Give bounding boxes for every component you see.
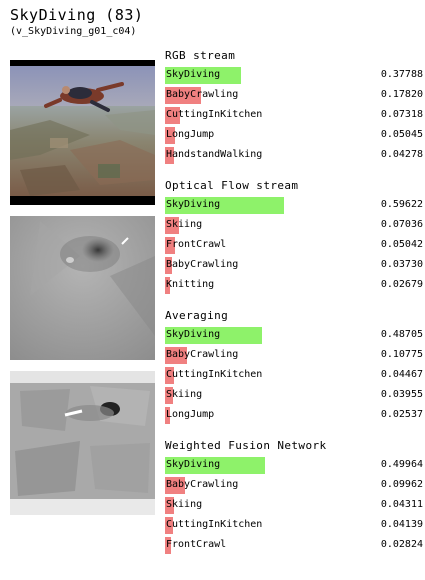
section-title: RGB stream [165,49,236,62]
class-label: CuttingInKitchen [166,109,263,120]
prediction-section: Averaging SkyDiving 0.48705 BabyCrawling 0.1… [165,309,425,429]
class-score: 0.07036 [380,219,423,230]
class-label: FrontCrawl [166,539,227,550]
prediction-row: Skiing 0.04311 [165,497,423,514]
section-title: Weighted Fusion Network [165,439,327,452]
prediction-row: LongJump 0.05045 [165,127,423,144]
prediction-row: BabyCrawling 0.17820 [165,87,423,104]
prediction-row: FrontCrawl 0.02824 [165,537,423,554]
class-score: 0.17820 [380,89,423,100]
class-label: LongJump [166,129,215,140]
section-title: Averaging [165,309,229,322]
class-label: LongJump [166,409,215,420]
class-label: BabyCrawling [166,479,239,490]
class-label: CuttingInKitchen [166,519,263,530]
prediction-row: BabyCrawling 0.09962 [165,477,423,494]
prediction-row: CuttingInKitchen 0.04139 [165,517,423,534]
prediction-row: HandstandWalking 0.04278 [165,147,423,164]
class-label: Skiing [166,219,203,230]
class-label: BabyCrawling [166,89,239,100]
section-title: Optical Flow stream [165,179,299,192]
class-label: BabyCrawling [166,349,239,360]
prediction-row: Skiing 0.03955 [165,387,423,404]
class-label: Skiing [166,389,203,400]
class-score: 0.04278 [380,149,423,160]
prediction-row: FrontCrawl 0.05042 [165,237,423,254]
class-score: 0.02537 [380,409,423,420]
prediction-row: SkyDiving 0.37788 [165,67,423,84]
class-score: 0.04311 [380,499,423,510]
class-score: 0.37788 [380,69,423,80]
class-score: 0.03730 [380,259,423,270]
class-score: 0.59622 [380,199,423,210]
class-score: 0.05045 [380,129,423,140]
class-score: 0.03955 [380,389,423,400]
class-score: 0.48705 [380,329,423,340]
class-label: SkyDiving [166,329,221,340]
class-score: 0.02679 [380,279,423,290]
fusion-frame [10,371,155,515]
class-label: SkyDiving [166,69,221,80]
prediction-row: CuttingInKitchen 0.04467 [165,367,423,384]
prediction-row: LongJump 0.02537 [165,407,423,424]
class-score: 0.09962 [380,479,423,490]
prediction-row: CuttingInKitchen 0.07318 [165,107,423,124]
prediction-row: SkyDiving 0.48705 [165,327,423,344]
prediction-row: Skiing 0.07036 [165,217,423,234]
class-score: 0.49964 [380,459,423,470]
class-label: Skiing [166,499,203,510]
prediction-row: SkyDiving 0.49964 [165,457,423,474]
class-label: SkyDiving [166,199,221,210]
prediction-section: Optical Flow stream SkyDiving 0.59622 Skiin… [165,179,425,299]
class-score: 0.10775 [380,349,423,360]
class-score: 0.05042 [380,239,423,250]
class-score: 0.04139 [380,519,423,530]
prediction-section: RGB stream SkyDiving 0.37788 BabyCrawling 0.… [165,49,425,169]
prediction-row: SkyDiving 0.59622 [165,197,423,214]
class-label: CuttingInKitchen [166,369,263,380]
prediction-section: Weighted Fusion Network SkyDiving 0.49964 B… [165,439,425,559]
optical-flow-frame [10,216,155,360]
class-label: BabyCrawling [166,259,239,270]
class-score: 0.07318 [380,109,423,120]
video-id: (v_SkyDiving_g01_c04) [10,26,137,37]
class-label: FrontCrawl [166,239,227,250]
class-label: HandstandWalking [166,149,263,160]
class-label: Knitting [166,279,215,290]
class-label: SkyDiving [166,459,221,470]
class-score: 0.04467 [380,369,423,380]
rgb-frame [10,60,155,205]
prediction-row: Knitting 0.02679 [165,277,423,294]
class-score: 0.02824 [380,539,423,550]
prediction-row: BabyCrawling 0.10775 [165,347,423,364]
video-title: SkyDiving (83) [10,6,144,24]
prediction-row: BabyCrawling 0.03730 [165,257,423,274]
